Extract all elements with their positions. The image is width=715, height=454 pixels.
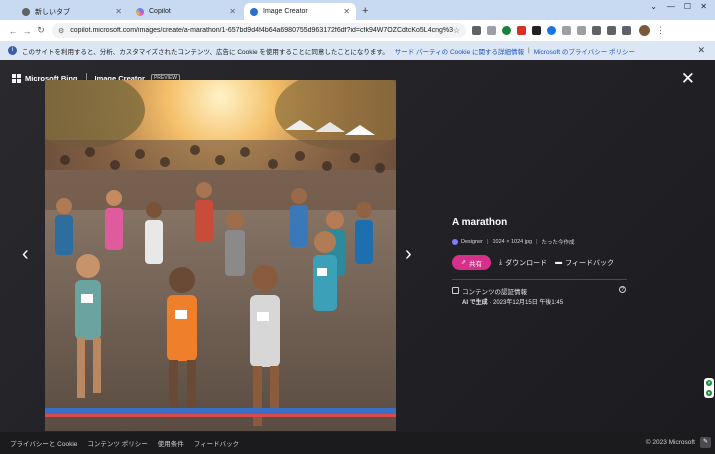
download-label: ダウンロード xyxy=(505,259,548,267)
address-bar[interactable]: ⚙ copilot.microsoft.com/images/create/a-… xyxy=(52,23,466,38)
extension-icon[interactable] xyxy=(502,26,511,35)
share-label: 共有 xyxy=(469,260,483,268)
cookie-text: このサイトを利用すると、分析、カスタマイズされたコンテンツ、広告に Cookie… xyxy=(22,48,389,56)
image-meta: Designer | 1024 × 1024 jpg | たった今作成 xyxy=(452,238,630,246)
tab-new-tab[interactable]: 新しいタブ ✕ xyxy=(16,3,128,20)
extension-icon[interactable] xyxy=(577,26,586,35)
microsoft-logo-icon xyxy=(12,73,21,83)
plus-icon[interactable]: + xyxy=(362,3,368,20)
cookie-link[interactable]: サード パーティの Cookie に関する詳細情報 xyxy=(395,46,524,56)
marathon-illustration xyxy=(45,80,396,431)
credentials-label: コンテンツの認証情報 xyxy=(462,289,527,296)
divider xyxy=(452,279,627,280)
reload-icon[interactable]: ↻ xyxy=(34,25,48,36)
designer-icon xyxy=(452,239,458,245)
tab-strip: 新しいタブ ✕ Copilot ✕ Image Creator ✕ + ⌄ — … xyxy=(0,0,715,20)
separator: | xyxy=(536,239,538,245)
tab-label: 新しいタブ xyxy=(35,8,70,16)
tab-label: Copilot xyxy=(149,8,171,15)
site-info-icon[interactable]: ⚙ xyxy=(58,27,64,35)
camera-icon[interactable] xyxy=(487,26,496,35)
tab-copilot[interactable]: Copilot ✕ xyxy=(130,3,242,20)
chevron-left-icon[interactable]: ‹ xyxy=(22,244,29,264)
details-panel: A marathon Designer | 1024 × 1024 jpg | … xyxy=(452,217,630,306)
footer-link-privacy[interactable]: プライバシーと Cookie xyxy=(10,438,77,448)
extension-icon[interactable] xyxy=(517,26,526,35)
footer-link-content-policy[interactable]: コンテンツ ポリシー xyxy=(87,438,147,448)
generation-info: AI で生成 · 2023年12月15日 午後1:45 xyxy=(462,297,563,306)
generated-image[interactable] xyxy=(45,80,396,431)
feedback-button[interactable]: ▬ フィードバック xyxy=(555,258,614,268)
footer: プライバシーと Cookie コンテンツ ポリシー 使用条件 フィードバック ©… xyxy=(0,432,715,454)
maximize-icon[interactable]: ☐ xyxy=(684,2,691,11)
back-icon[interactable]: ← xyxy=(6,26,20,36)
feedback-icon[interactable]: ✎ xyxy=(700,437,711,448)
copilot-icon[interactable]: ● xyxy=(706,390,712,396)
close-icon[interactable]: ✕ xyxy=(697,45,705,56)
side-widget[interactable]: ✕ ● xyxy=(704,378,714,398)
creator-name: Designer xyxy=(461,239,484,245)
created-time: たった今作成 xyxy=(541,240,575,246)
content-credentials: コンテンツの認証情報 AI で生成 · 2023年12月15日 午後1:45 ? xyxy=(452,286,630,306)
share-button[interactable]: ⇗ 共有 xyxy=(452,255,491,270)
search-icon xyxy=(250,7,258,16)
share-icon: ⇗ xyxy=(460,260,467,266)
help-icon[interactable]: ? xyxy=(619,286,626,293)
puzzle-icon[interactable] xyxy=(592,26,601,35)
separator: | xyxy=(487,239,489,245)
globe-icon xyxy=(22,7,30,16)
star-icon[interactable]: ☆ xyxy=(453,26,460,35)
info-icon: i xyxy=(8,46,17,55)
separator: | xyxy=(528,47,530,54)
tab-image-creator[interactable]: Image Creator ✕ xyxy=(244,3,356,20)
extension-icon[interactable] xyxy=(562,26,571,35)
feedback-icon: ▬ xyxy=(555,259,563,266)
close-icon[interactable]: ✕ xyxy=(681,70,695,87)
avatar[interactable] xyxy=(639,25,650,36)
close-icon[interactable]: ✕ xyxy=(343,7,350,16)
copilot-icon xyxy=(136,7,144,16)
browser-toolbar: ← → ↻ ⚙ copilot.microsoft.com/images/cre… xyxy=(0,20,715,41)
privacy-link[interactable]: Microsoft のプライバシー ポリシー xyxy=(534,46,635,56)
footer-link-feedback[interactable]: フィードバック xyxy=(194,438,239,448)
image-title: A marathon xyxy=(452,217,508,228)
sidebar-icon[interactable] xyxy=(607,26,616,35)
image-dimensions: 1024 × 1024 jpg xyxy=(492,239,533,245)
chevron-down-icon[interactable]: ⌄ xyxy=(650,2,657,11)
more-icon[interactable]: ⋮ xyxy=(656,25,665,36)
cookie-banner: i このサイトを利用すると、分析、カスタマイズされたコンテンツ、広告に Cook… xyxy=(0,41,715,60)
action-row: ⇗ 共有 ⤓ ダウンロード ▬ フィードバック xyxy=(452,255,630,270)
generation-date: · 2023年12月15日 午後1:45 xyxy=(489,300,564,306)
minimize-icon[interactable]: — xyxy=(667,2,675,11)
forward-icon[interactable]: → xyxy=(20,26,34,36)
extension-icon[interactable] xyxy=(472,26,481,35)
download-button[interactable]: ⤓ ダウンロード xyxy=(499,258,547,268)
tab-label: Image Creator xyxy=(263,8,308,15)
close-window-icon[interactable]: ✕ xyxy=(700,2,707,11)
feedback-label: フィードバック xyxy=(565,259,614,267)
download-icon: ⤓ xyxy=(499,258,503,266)
close-icon[interactable]: ✕ xyxy=(115,7,122,16)
download-icon[interactable] xyxy=(622,26,631,35)
extension-icon[interactable] xyxy=(547,26,556,35)
credentials-icon xyxy=(452,287,459,294)
generated-by: AI で生成 xyxy=(462,300,488,306)
footer-link-terms[interactable]: 使用条件 xyxy=(158,438,184,448)
copyright: © 2023 Microsoft xyxy=(645,439,695,446)
extension-icon[interactable] xyxy=(532,26,541,35)
url-text: copilot.microsoft.com/images/create/a-ma… xyxy=(70,27,453,34)
close-icon[interactable]: ✕ xyxy=(706,380,712,386)
image-viewer: Microsoft Bing Image Creator PREVIEW ✕ ‹… xyxy=(0,60,715,432)
chevron-right-icon[interactable]: › xyxy=(405,244,412,264)
close-icon[interactable]: ✕ xyxy=(229,7,236,16)
